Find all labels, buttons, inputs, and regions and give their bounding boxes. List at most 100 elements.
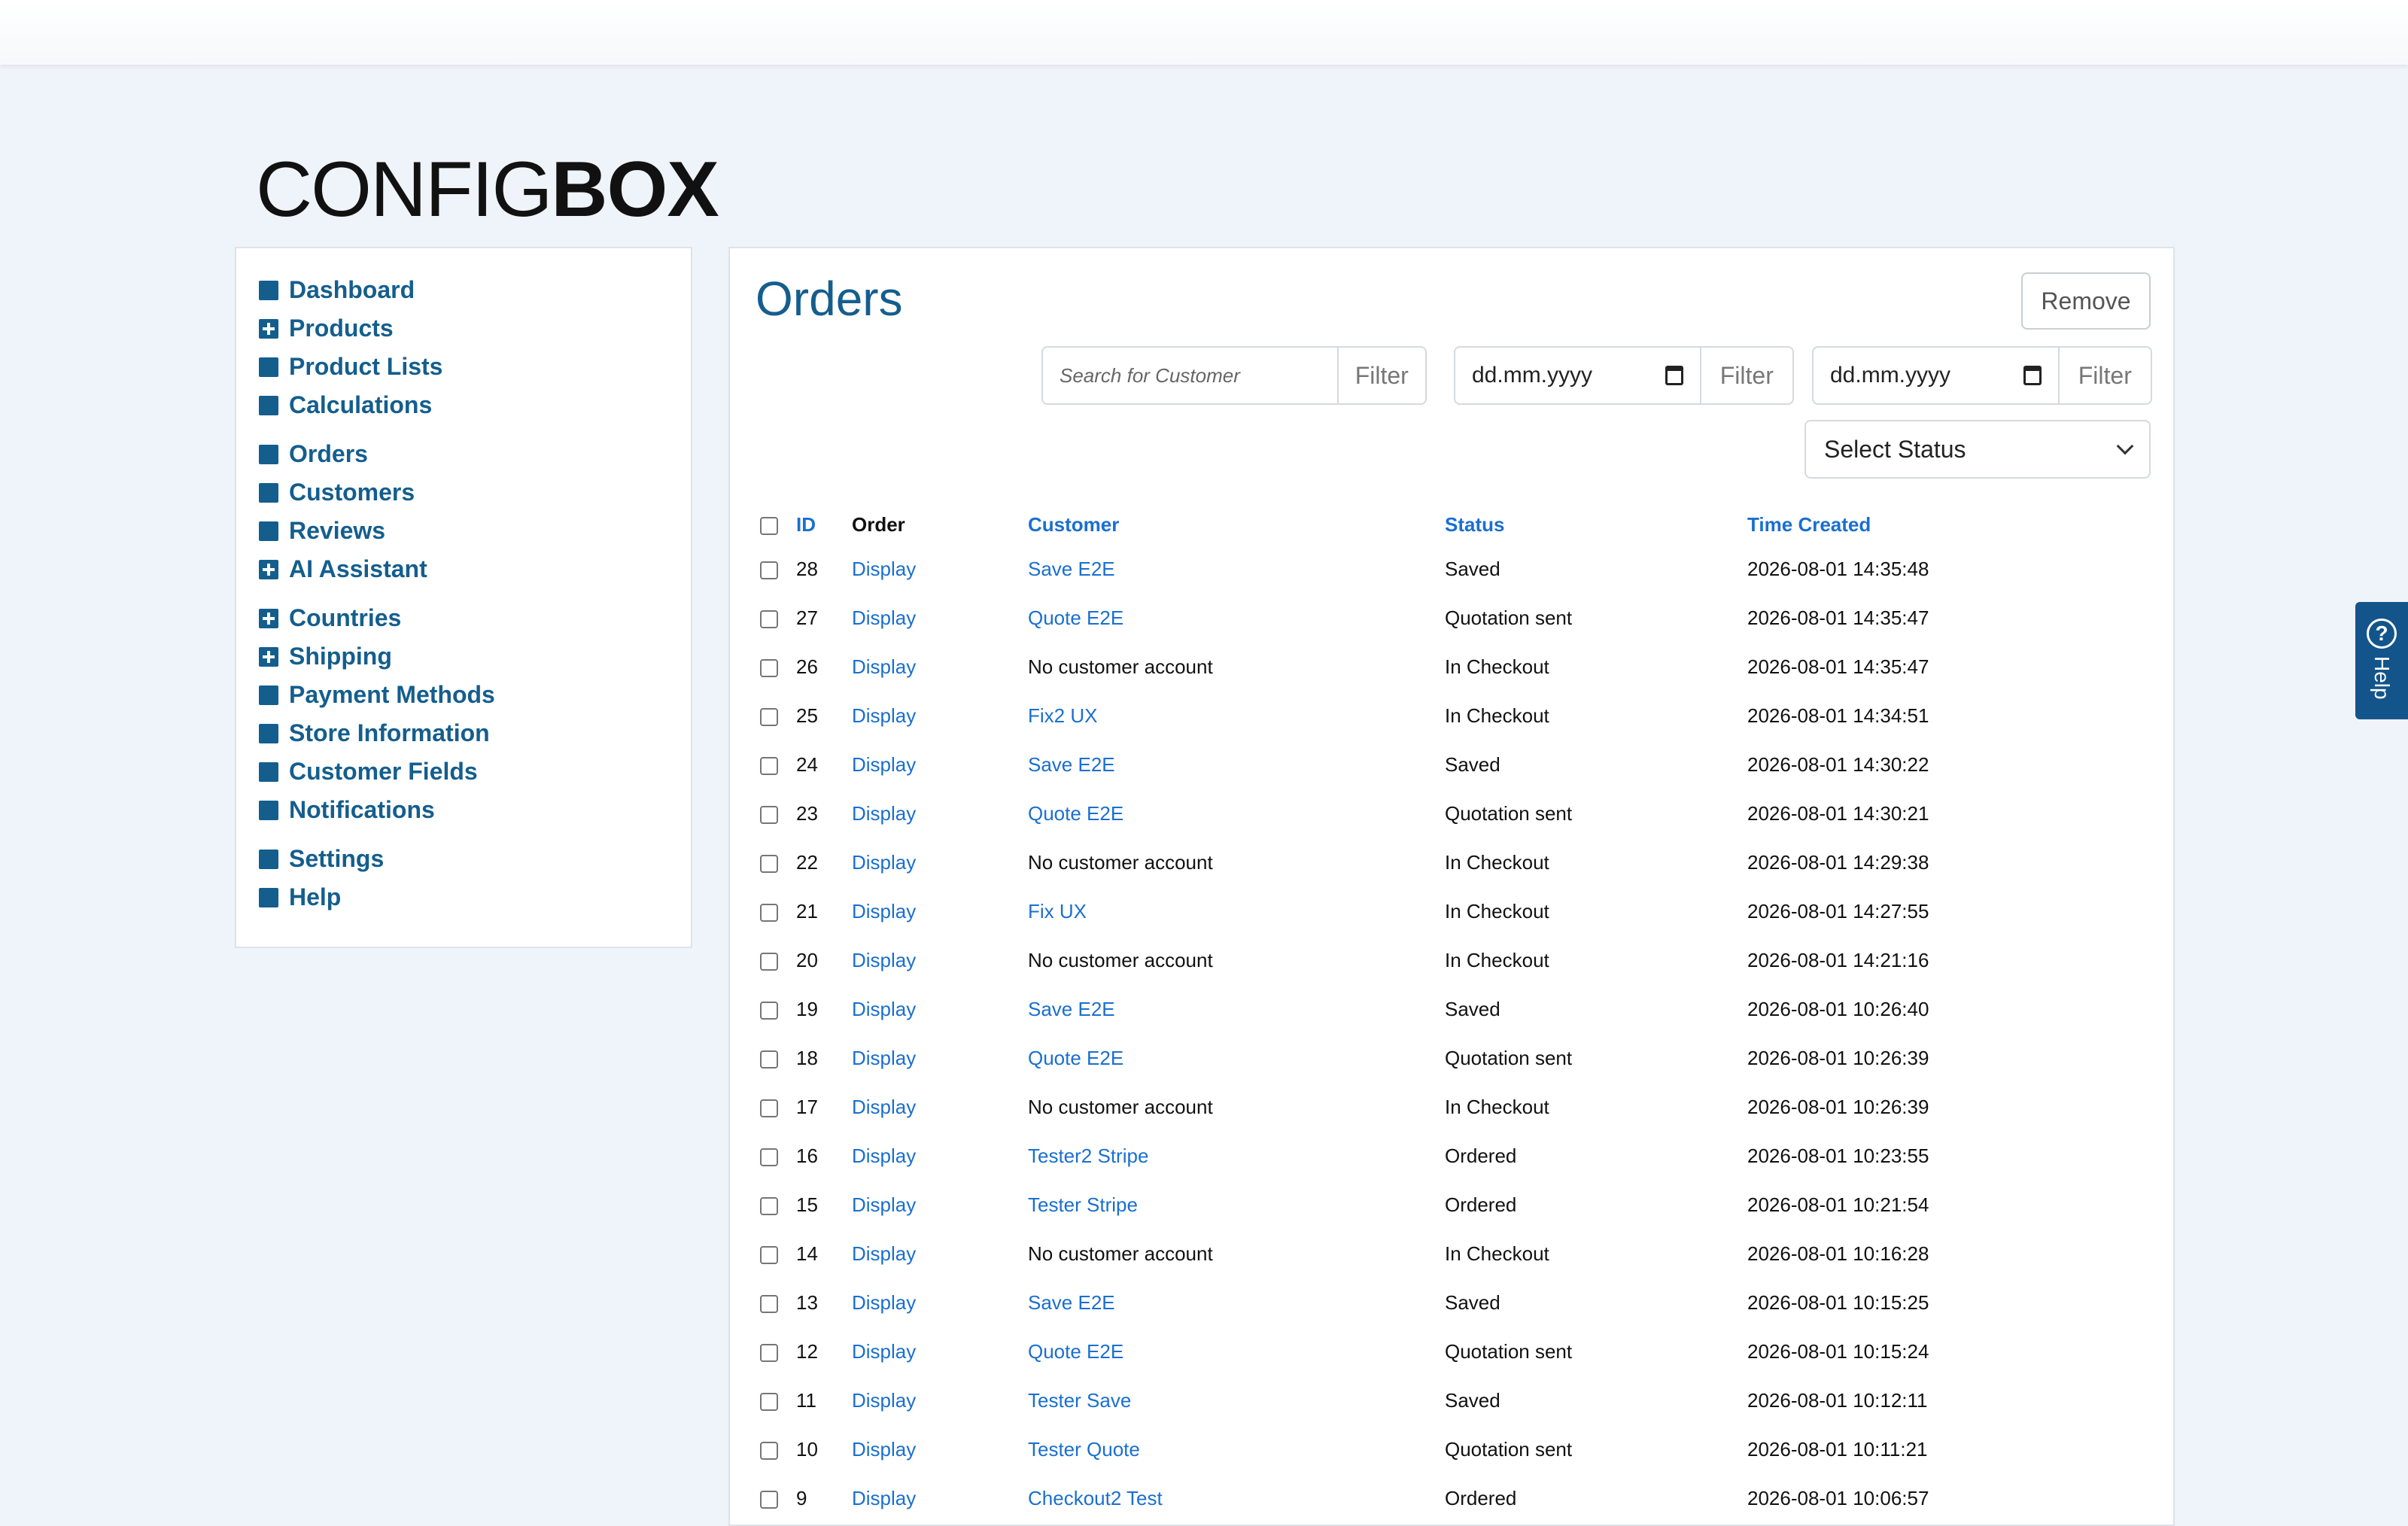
display-order-link[interactable]: Display — [852, 998, 916, 1020]
sidebar-item-countries[interactable]: Countries — [259, 599, 668, 637]
display-order-link[interactable]: Display — [852, 1096, 916, 1118]
row-checkbox[interactable] — [760, 855, 778, 874]
sidebar-item-ai-assistant[interactable]: AI Assistant — [259, 550, 668, 588]
sidebar-item-store-information[interactable]: Store Information — [259, 714, 668, 752]
display-order-link[interactable]: Display — [852, 802, 916, 825]
display-order-link[interactable]: Display — [852, 1438, 916, 1461]
customer-link[interactable]: Fix2 UX — [1028, 704, 1097, 727]
row-checkbox[interactable] — [760, 953, 778, 971]
display-order-link[interactable]: Display — [852, 655, 916, 678]
sidebar-group: Dashboard Products Product Lists Calculatio… — [259, 271, 668, 424]
customer-link[interactable]: Quote E2E — [1028, 606, 1123, 629]
customer-link[interactable]: Save E2E — [1028, 998, 1115, 1020]
row-checkbox[interactable] — [760, 1442, 778, 1461]
display-order-link[interactable]: Display — [852, 606, 916, 629]
sort-customer-link[interactable]: Customer — [1028, 513, 1119, 536]
sidebar-item-shipping[interactable]: Shipping — [259, 637, 668, 676]
sidebar-item-product-lists[interactable]: Product Lists — [259, 348, 668, 386]
display-order-link[interactable]: Display — [852, 1144, 916, 1167]
configbox-logo[interactable]: CONFIGBOX — [256, 147, 719, 232]
customer-link[interactable]: Tester2 Stripe — [1028, 1144, 1148, 1167]
customer-link[interactable]: Save E2E — [1028, 558, 1115, 580]
sidebar-item-products[interactable]: Products — [259, 309, 668, 348]
display-order-link[interactable]: Display — [852, 851, 916, 874]
customer-link[interactable]: Save E2E — [1028, 1291, 1115, 1314]
customer-link[interactable]: Checkout2 Test — [1028, 1487, 1163, 1509]
customer-search-input[interactable]: Search for Customer — [1043, 348, 1339, 403]
display-order-link[interactable]: Display — [852, 949, 916, 971]
calendar-icon[interactable] — [1665, 366, 1683, 385]
sort-id-link[interactable]: ID — [796, 513, 816, 536]
customer-link[interactable]: Quote E2E — [1028, 1340, 1123, 1363]
order-id: 10 — [796, 1438, 818, 1461]
sidebar-item-calculations[interactable]: Calculations — [259, 386, 668, 424]
display-order-link[interactable]: Display — [852, 753, 916, 776]
display-order-link[interactable]: Display — [852, 1193, 916, 1216]
sidebar-item-dashboard[interactable]: Dashboard — [259, 271, 668, 309]
row-checkbox[interactable] — [760, 1050, 778, 1069]
sidebar-item-settings[interactable]: Settings — [259, 840, 668, 878]
row-checkbox[interactable] — [760, 1295, 778, 1314]
sort-status-link[interactable]: Status — [1445, 513, 1504, 536]
display-order-link[interactable]: Display — [852, 1242, 916, 1265]
row-checkbox[interactable] — [760, 708, 778, 727]
help-tab[interactable]: ? Help — [2355, 602, 2408, 719]
row-checkbox[interactable] — [760, 610, 778, 629]
order-status: Quotation sent — [1445, 1047, 1573, 1069]
square-icon — [259, 482, 278, 503]
customer-link[interactable]: Quote E2E — [1028, 802, 1123, 825]
row-checkbox[interactable] — [760, 1393, 778, 1412]
status-select[interactable]: Select Status — [1804, 420, 2151, 479]
display-order-link[interactable]: Display — [852, 704, 916, 727]
display-order-link[interactable]: Display — [852, 1340, 916, 1363]
sidebar-item-payment-methods[interactable]: Payment Methods — [259, 676, 668, 714]
date-from-filter-button[interactable]: Filter — [1701, 348, 1792, 403]
date-to-filter-button[interactable]: Filter — [2060, 348, 2151, 403]
customer-link[interactable]: Tester Stripe — [1028, 1193, 1138, 1216]
customer-filter-button[interactable]: Filter — [1339, 348, 1426, 403]
customer-link[interactable]: Tester Save — [1028, 1389, 1131, 1412]
sidebar-item-customers[interactable]: Customers — [259, 473, 668, 512]
row-checkbox[interactable] — [760, 659, 778, 678]
order-id: 19 — [796, 998, 818, 1020]
display-order-link[interactable]: Display — [852, 1047, 916, 1069]
square-icon — [259, 849, 278, 869]
row-checkbox[interactable] — [760, 904, 778, 923]
order-id: 20 — [796, 949, 818, 971]
display-order-link[interactable]: Display — [852, 900, 916, 923]
row-checkbox[interactable] — [760, 1197, 778, 1216]
row-checkbox[interactable] — [760, 1148, 778, 1167]
sidebar-item-customer-fields[interactable]: Customer Fields — [259, 752, 668, 791]
display-order-link[interactable]: Display — [852, 558, 916, 580]
row-checkbox[interactable] — [760, 1099, 778, 1118]
customer-link[interactable]: Fix UX — [1028, 900, 1087, 923]
sidebar-item-help[interactable]: Help — [259, 878, 668, 917]
customer-link[interactable]: Tester Quote — [1028, 1438, 1140, 1461]
date-from-input[interactable]: dd.mm.yyyy — [1455, 348, 1701, 403]
sidebar-item-notifications[interactable]: Notifications — [259, 791, 668, 829]
row-checkbox[interactable] — [760, 757, 778, 776]
square-icon — [259, 887, 278, 907]
display-order-link[interactable]: Display — [852, 1389, 916, 1412]
sidebar-item-reviews[interactable]: Reviews — [259, 512, 668, 550]
row-checkbox[interactable] — [760, 1246, 778, 1265]
row-checkbox[interactable] — [760, 561, 778, 580]
customer-link[interactable]: Save E2E — [1028, 753, 1115, 776]
sidebar-item-orders[interactable]: Orders — [259, 435, 668, 473]
table-row: 25 Display Fix2 UX In Checkout 2026-08-01 14… — [760, 692, 2063, 740]
date-to-input[interactable]: dd.mm.yyyy — [1814, 348, 2060, 403]
row-checkbox[interactable] — [760, 1491, 778, 1509]
calendar-icon[interactable] — [2023, 366, 2042, 385]
row-checkbox[interactable] — [760, 1344, 778, 1363]
sidebar-group: Orders Customers Reviews AI Assistant — [259, 435, 668, 588]
order-id: 18 — [796, 1047, 818, 1069]
row-checkbox[interactable] — [760, 806, 778, 825]
display-order-link[interactable]: Display — [852, 1487, 916, 1509]
display-order-link[interactable]: Display — [852, 1291, 916, 1314]
square-icon — [259, 444, 278, 464]
sort-time-link[interactable]: Time Created — [1747, 513, 1871, 536]
select-all-checkbox[interactable] — [760, 516, 778, 535]
remove-button[interactable]: Remove — [2021, 272, 2151, 330]
customer-link[interactable]: Quote E2E — [1028, 1047, 1123, 1069]
row-checkbox[interactable] — [760, 1002, 778, 1020]
